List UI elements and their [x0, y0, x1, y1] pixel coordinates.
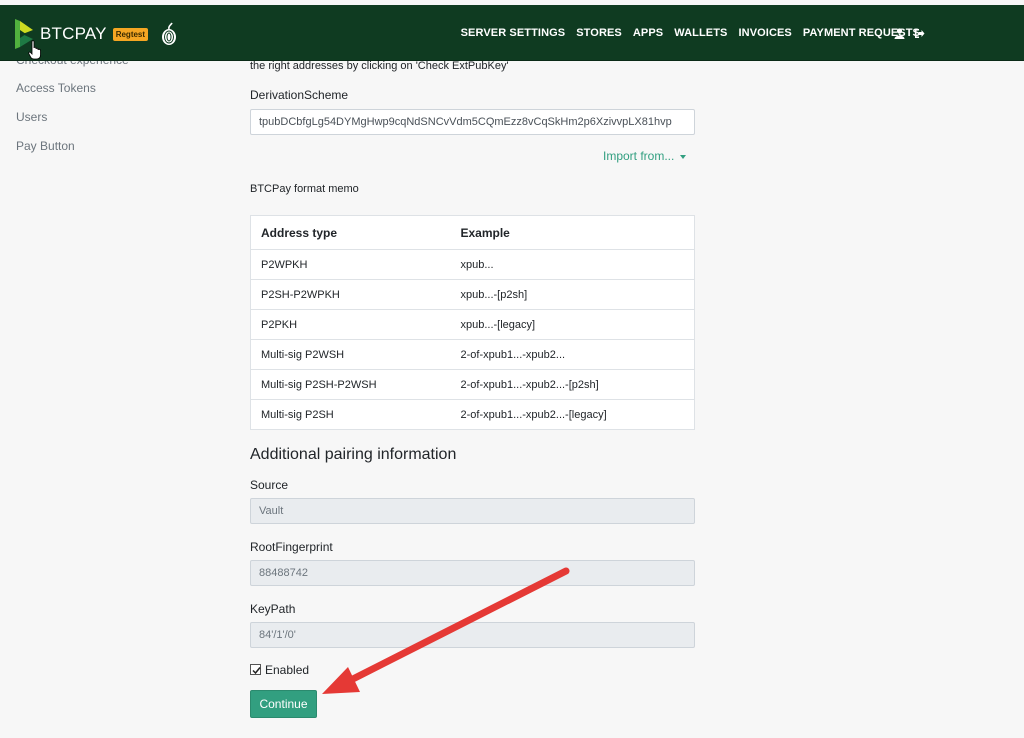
source-field[interactable]: Vault: [250, 498, 695, 524]
memo-title: BTCPay format memo: [250, 183, 359, 195]
example-cell: 2-of-xpub1...-xpub2...-[legacy]: [450, 399, 695, 430]
enabled-checkbox[interactable]: [250, 664, 261, 675]
table-row: P2SH-P2WPKH xpub...-[p2sh]: [250, 279, 695, 310]
source-label: Source: [250, 478, 289, 492]
address-type-cell: P2SH-P2WPKH: [250, 279, 451, 310]
derivation-scheme-input[interactable]: tpubDCbfgLg54DYMgHwp9cqNdSNCvVdm5CQmEzz8…: [250, 109, 695, 135]
example-cell: 2-of-xpub1...-xpub2...-[p2sh]: [450, 369, 695, 400]
sidebar-item-users[interactable]: Users: [16, 110, 47, 124]
table-header: Address type: [250, 215, 451, 250]
keypath-label: KeyPath: [250, 602, 296, 616]
table-header-row: Address type Example: [250, 215, 695, 250]
checkmark-icon: [252, 667, 261, 675]
address-type-cell: P2PKH: [250, 309, 451, 340]
import-from-dropdown[interactable]: Import from...: [603, 149, 687, 163]
pairing-section-title: Additional pairing information: [250, 446, 457, 463]
keypath-field[interactable]: 84'/1'/0': [250, 622, 695, 648]
root-fingerprint-label: RootFingerprint: [250, 540, 333, 554]
root-fingerprint-field[interactable]: 88488742: [250, 560, 695, 586]
table-row: Multi-sig P2SH 2-of-xpub1...-xpub2...-[l…: [250, 399, 695, 430]
enabled-label: Enabled: [265, 663, 310, 677]
continue-button[interactable]: Continue: [250, 690, 317, 718]
table-header: Example: [450, 215, 695, 250]
table-row: Multi-sig P2SH-P2WSH 2-of-xpub1...-xpub2…: [250, 369, 695, 400]
user-icon[interactable]: [894, 28, 905, 39]
table-row: P2WPKH xpub...: [250, 249, 695, 280]
nav-invoices[interactable]: INVOICES: [739, 27, 792, 39]
address-type-cell: Multi-sig P2SH-P2WSH: [250, 369, 451, 400]
caret-down-icon: [680, 154, 687, 159]
nav-wallets[interactable]: WALLETS: [674, 27, 727, 39]
sign-out-icon[interactable]: [914, 28, 925, 39]
sidebar-item-pay-button[interactable]: Pay Button: [16, 139, 75, 153]
example-cell: xpub...-[legacy]: [450, 309, 695, 340]
intro-text: the right addresses by clicking on 'Chec…: [250, 60, 509, 72]
tor-onion-icon: [162, 22, 177, 45]
sidebar-item-access-tokens[interactable]: Access Tokens: [16, 81, 96, 95]
example-cell: xpub...-[p2sh]: [450, 279, 695, 310]
hand-pointer-cursor-icon: [28, 40, 41, 60]
top-navbar: BTCPAY Regtest SERVER SETTINGS STORES AP…: [0, 5, 1024, 61]
nav-stores[interactable]: STORES: [576, 27, 622, 39]
main-nav: SERVER SETTINGS STORES APPS WALLETS INVO…: [461, 27, 920, 39]
nav-apps[interactable]: APPS: [633, 27, 663, 39]
address-type-table: Address type Example P2WPKH xpub... P2SH…: [250, 215, 695, 430]
address-type-cell: P2WPKH: [250, 249, 451, 280]
regtest-badge: Regtest: [112, 27, 149, 41]
example-cell: 2-of-xpub1...-xpub2...: [450, 339, 695, 370]
derivation-scheme-label: DerivationScheme: [250, 88, 349, 102]
table-row: P2PKH xpub...-[legacy]: [250, 309, 695, 340]
brand-name: BTCPAY: [40, 24, 107, 43]
address-type-cell: Multi-sig P2WSH: [250, 339, 451, 370]
nav-server-settings[interactable]: SERVER SETTINGS: [461, 27, 566, 39]
table-row: Multi-sig P2WSH 2-of-xpub1...-xpub2...: [250, 339, 695, 370]
import-from-label: Import from...: [603, 149, 675, 163]
example-cell: xpub...: [450, 249, 695, 280]
address-type-cell: Multi-sig P2SH: [250, 399, 451, 430]
